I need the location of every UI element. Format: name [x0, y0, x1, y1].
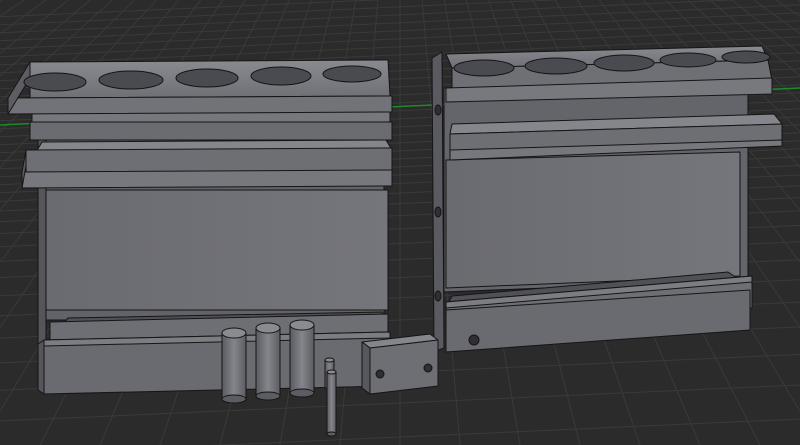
- cylinder-pin-3: [289, 319, 315, 398]
- thin-pins[interactable]: [324, 357, 337, 437]
- thin-pin-2: [326, 369, 337, 437]
- cylinder-pins[interactable]: [221, 319, 315, 404]
- test-tube-rack-right[interactable]: [431, 45, 783, 353]
- block-hole-icon: [375, 369, 385, 379]
- tray-hole-icon: [468, 334, 480, 346]
- block-hole-icon: [423, 363, 433, 373]
- grid-line: [0, 0, 2, 2]
- connector-block[interactable]: [361, 333, 439, 395]
- test-tube-rack-left[interactable]: [7, 59, 393, 395]
- cylinder-pin-2: [255, 322, 281, 401]
- cylinder-pin-1: [221, 327, 247, 404]
- 3d-viewport[interactable]: [0, 0, 800, 445]
- viewport-canvas[interactable]: [0, 0, 800, 445]
